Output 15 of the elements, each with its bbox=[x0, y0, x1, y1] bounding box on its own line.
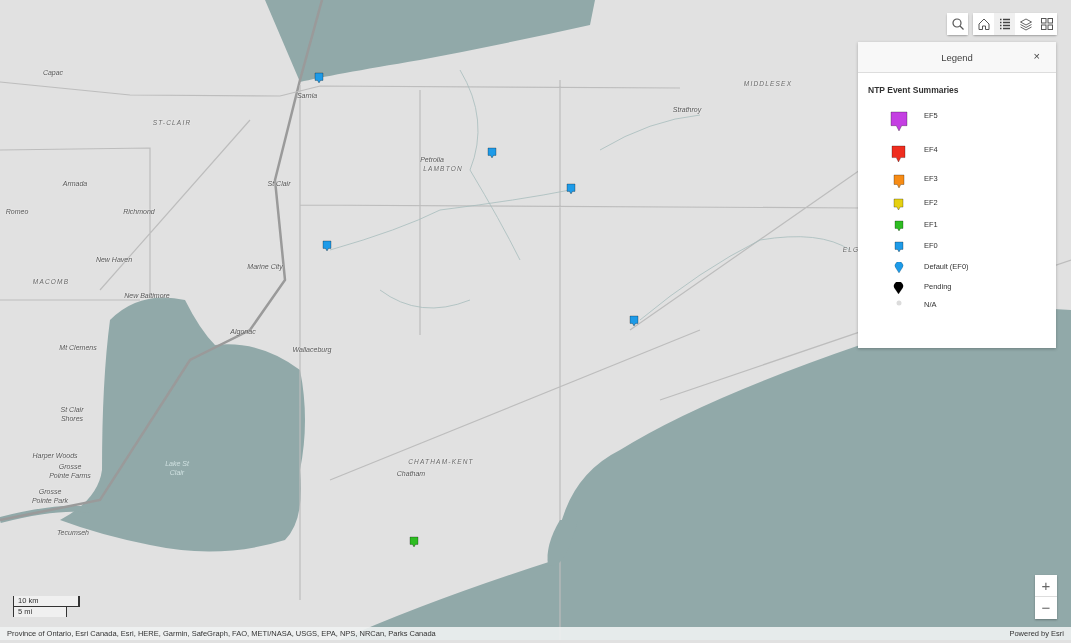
layers-button[interactable] bbox=[1015, 13, 1036, 35]
search-icon bbox=[950, 17, 965, 31]
grid-icon bbox=[1039, 17, 1054, 31]
list-icon bbox=[997, 17, 1012, 31]
close-button[interactable]: × bbox=[1031, 50, 1042, 62]
home-icon bbox=[976, 17, 991, 31]
layers-icon bbox=[1018, 17, 1033, 31]
basemap-gallery-button[interactable] bbox=[1036, 13, 1057, 35]
legend-button[interactable] bbox=[994, 13, 1015, 35]
layer-title: NTP Event Summaries bbox=[867, 84, 960, 97]
panel-title: Legend bbox=[941, 51, 973, 63]
zoom-in-button[interactable]: + bbox=[1035, 575, 1057, 597]
search-button[interactable] bbox=[947, 13, 968, 35]
zoom-out-button[interactable]: − bbox=[1035, 597, 1057, 619]
home-button[interactable] bbox=[973, 13, 994, 35]
